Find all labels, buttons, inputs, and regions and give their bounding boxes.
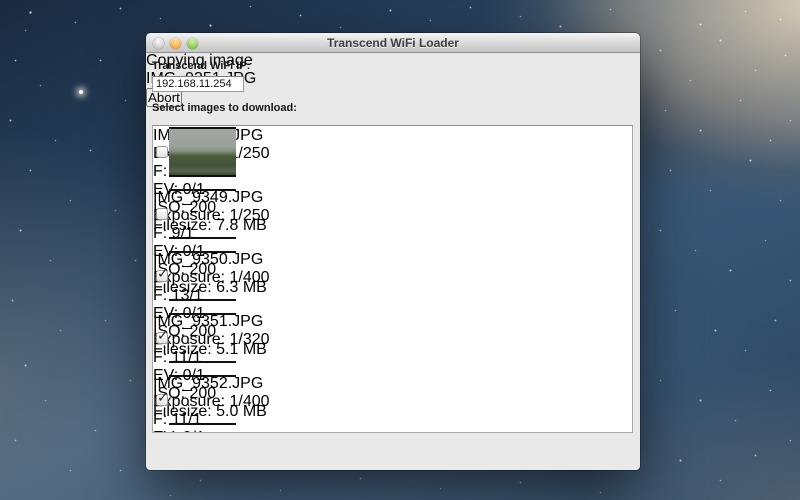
starfield [0,0,1,1]
desktop-wallpaper: Transcend WiFi Loader Transcend WiFi IP:… [0,0,800,500]
image-checkbox[interactable]: ✓ [156,270,168,282]
image-thumbnail [169,375,236,425]
list-item: ✓IMG_9350.JPGExposure: 1/400F: 13/1EV: 0… [153,251,632,313]
image-checkbox[interactable] [156,146,168,158]
select-images-label: Select images to download: [152,102,297,114]
list-item: IMG_9349.JPGExposure: 1/250F: 9/1EV: 0/1… [153,189,632,251]
list-item: ✓IMG_9352.JPGExposure: 1/400F: 11/1EV: 0… [153,375,632,433]
list-item: ✓IMG_9351.JPGExposure: 1/320F: 11/1EV: 0… [153,313,632,375]
ip-label: Transcend WiFi IP: [152,60,250,72]
image-checkbox[interactable] [156,208,168,220]
image-thumbnail [169,189,236,239]
window-titlebar[interactable]: Transcend WiFi Loader [146,33,640,53]
window-title: Transcend WiFi Loader [146,36,640,50]
image-list: IMG_9348.JPGExposure: 1/250F: 10/1EV: 0/… [152,125,633,433]
image-thumbnail [169,251,236,301]
image-thumbnail [169,127,236,177]
checkmark-icon: ✓ [157,389,169,406]
ip-input[interactable] [152,76,244,92]
checkmark-icon: ✓ [157,265,169,282]
checkmark-icon: ✓ [157,327,169,344]
app-window: Transcend WiFi Loader Transcend WiFi IP:… [146,33,640,470]
image-checkbox[interactable]: ✓ [156,332,168,344]
bright-star [79,90,83,94]
list-item: IMG_9348.JPGExposure: 1/250F: 10/1EV: 0/… [153,127,632,189]
image-checkbox[interactable]: ✓ [156,394,168,406]
image-thumbnail [169,313,236,363]
